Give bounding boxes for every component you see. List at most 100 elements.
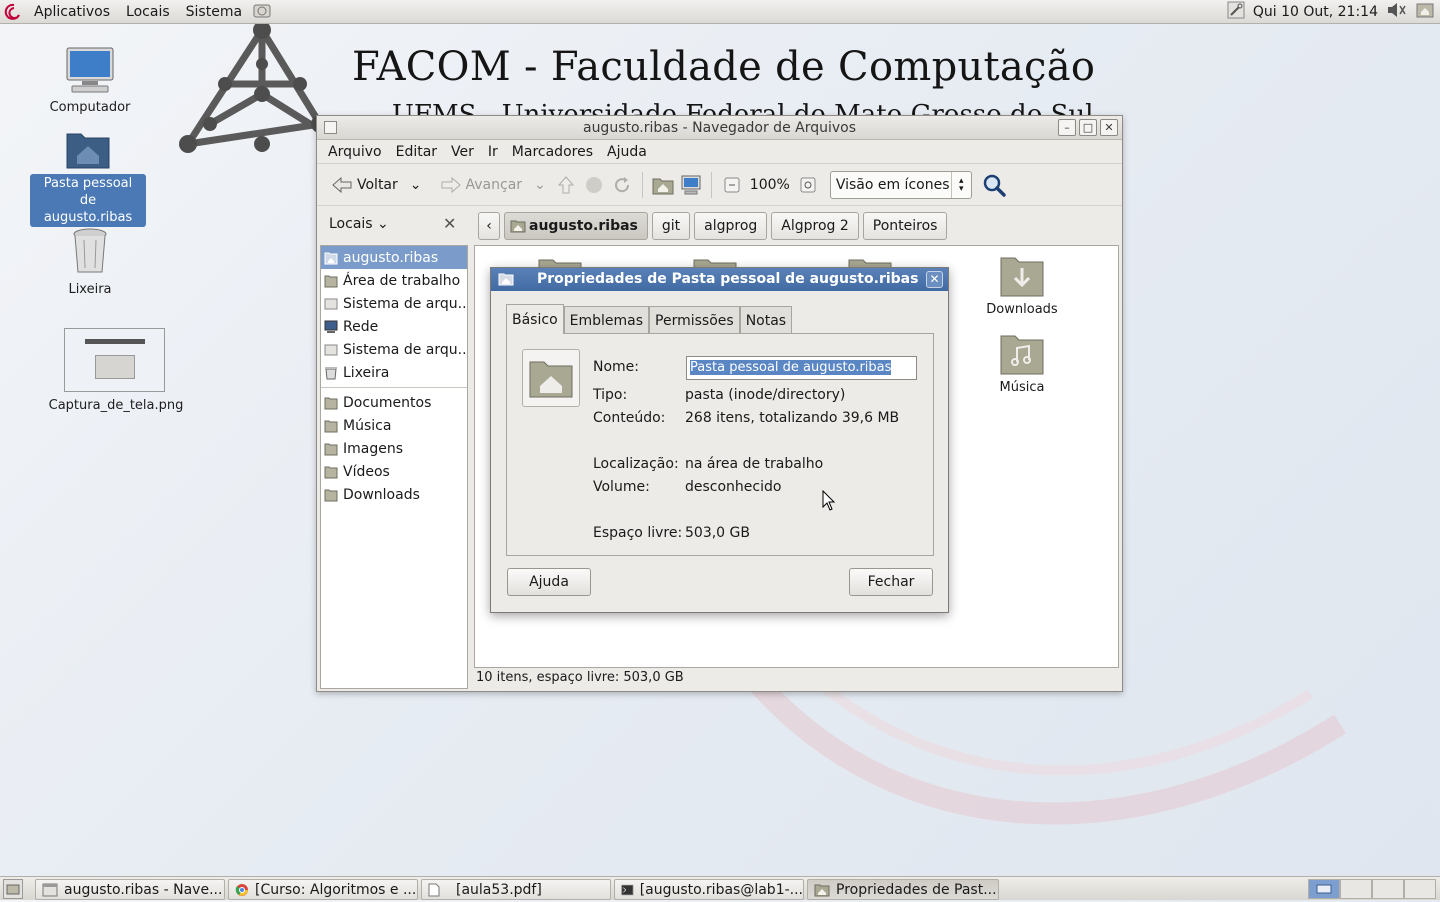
breadcrumb-back-button[interactable]: ‹ bbox=[478, 212, 500, 240]
menu-places[interactable]: Locais bbox=[118, 0, 178, 24]
help-button[interactable]: Ajuda bbox=[507, 568, 591, 596]
location-label: Localização: bbox=[593, 456, 679, 472]
task-terminal[interactable]: [augusto.ribas@lab1-... bbox=[614, 879, 804, 900]
maximize-button[interactable]: □ bbox=[1079, 119, 1097, 136]
network-icon bbox=[324, 320, 338, 333]
menu-file[interactable]: Arquivo bbox=[321, 144, 389, 160]
network-tool-icon[interactable] bbox=[1227, 1, 1245, 23]
home-folder-icon bbox=[814, 884, 830, 896]
close-window-button[interactable]: ✕ bbox=[1100, 119, 1118, 136]
folder-icon-button[interactable] bbox=[522, 349, 580, 407]
chevron-down-icon[interactable]: ⌄ bbox=[410, 177, 422, 193]
desktop-icon-trash[interactable]: Lixeira bbox=[40, 226, 140, 299]
home-folder-icon bbox=[66, 133, 110, 169]
screenshot-tool-icon[interactable] bbox=[252, 0, 272, 24]
content-label: Conteúdo: bbox=[593, 410, 666, 426]
trash-icon bbox=[73, 228, 107, 273]
forward-button[interactable]: Avançar ⌄ bbox=[434, 169, 552, 201]
dialog-tabs: Básico Emblemas Permissões Notas bbox=[506, 304, 793, 334]
reload-button[interactable] bbox=[608, 171, 636, 199]
videos-folder-icon bbox=[324, 466, 338, 478]
music-folder-icon bbox=[1000, 335, 1044, 375]
sidebar-item-downloads[interactable]: Downloads bbox=[321, 483, 467, 506]
back-button[interactable]: Voltar ⌄ bbox=[325, 169, 428, 201]
file-item-music[interactable]: Música bbox=[972, 332, 1072, 395]
desktop-label-home: Pasta pessoal de augusto.ribas bbox=[30, 174, 146, 227]
task-properties[interactable]: Propriedades de Past... bbox=[807, 879, 999, 900]
sidebar-item-filesystem[interactable]: Sistema de arqu... bbox=[321, 292, 467, 315]
tab-notes[interactable]: Notas bbox=[739, 306, 793, 334]
clock[interactable]: Qui 10 Out, 21:14 bbox=[1253, 4, 1378, 20]
sidebar-item-documents[interactable]: Documentos bbox=[321, 391, 467, 414]
sidebar-selector[interactable]: Locais ⌄ bbox=[329, 216, 389, 232]
sidebar-item-videos[interactable]: Vídeos bbox=[321, 460, 467, 483]
terminal-icon bbox=[621, 884, 634, 895]
name-field[interactable]: Pasta pessoal de augusto.ribas bbox=[686, 356, 917, 380]
search-button[interactable] bbox=[980, 171, 1008, 199]
sidebar-item-music[interactable]: Música bbox=[321, 414, 467, 437]
status-bar: 10 itens, espaço livre: 503,0 GB bbox=[476, 670, 684, 685]
task-file-manager[interactable]: augusto.ribas - Nave... bbox=[35, 879, 225, 900]
menu-edit[interactable]: Editar bbox=[389, 144, 444, 160]
desktop-icon-home[interactable]: Pasta pessoal de augusto.ribas bbox=[30, 128, 146, 227]
volume-value: desconhecido bbox=[685, 479, 782, 495]
window-title: augusto.ribas - Navegador de Arquivos bbox=[582, 120, 857, 136]
task-pdf[interactable]: [aula53.pdf] bbox=[421, 879, 611, 900]
menu-system[interactable]: Sistema bbox=[178, 0, 250, 24]
sidebar-item-pictures[interactable]: Imagens bbox=[321, 437, 467, 460]
wallpaper-title: FACOM - Faculdade de Computação bbox=[352, 44, 1096, 90]
location-bar: Locais ⌄ ✕ ‹ augusto.ribas git algprog A… bbox=[317, 206, 1122, 244]
breadcrumb-item-algprog[interactable]: algprog bbox=[694, 212, 768, 240]
desktop-icon-computer[interactable]: Computador bbox=[40, 46, 140, 117]
zoom-out-button[interactable] bbox=[718, 171, 746, 199]
minimize-button[interactable]: – bbox=[1058, 119, 1076, 136]
task-browser[interactable]: [Curso: Algoritmos e ... bbox=[228, 879, 418, 900]
workspace-3[interactable] bbox=[1372, 879, 1404, 899]
mouse-cursor-icon bbox=[822, 490, 836, 511]
volume-icon[interactable] bbox=[1386, 1, 1408, 23]
breadcrumb-item-ponteiros[interactable]: Ponteiros bbox=[862, 212, 948, 240]
desktop-icon-screenshot[interactable]: Captura_de_tela.png bbox=[44, 328, 188, 415]
close-button[interactable]: Fechar bbox=[849, 568, 933, 596]
show-desktop-icon[interactable] bbox=[3, 879, 23, 899]
dialog-close-button[interactable]: ✕ bbox=[926, 271, 943, 288]
dialog-titlebar[interactable]: Propriedades de Pasta pessoal de augusto… bbox=[491, 268, 948, 291]
computer-button[interactable] bbox=[677, 171, 705, 199]
sidebar-item-network[interactable]: Rede bbox=[321, 315, 467, 338]
workspace-4[interactable] bbox=[1404, 879, 1436, 899]
window-titlebar[interactable]: augusto.ribas - Navegador de Arquivos – … bbox=[317, 116, 1122, 140]
menu-go[interactable]: Ir bbox=[481, 144, 505, 160]
up-button[interactable] bbox=[552, 171, 580, 199]
file-item-downloads[interactable]: Downloads bbox=[972, 254, 1072, 317]
menu-applications[interactable]: Aplicativos bbox=[26, 0, 118, 24]
chevron-down-icon[interactable]: ⌄ bbox=[534, 177, 546, 193]
tab-emblems[interactable]: Emblemas bbox=[563, 306, 650, 334]
window-menu-icon[interactable] bbox=[324, 121, 337, 134]
breadcrumb-item-algprog2[interactable]: Algprog 2 bbox=[771, 212, 859, 240]
menu-bookmarks[interactable]: Marcadores bbox=[505, 144, 600, 160]
workspace-2[interactable] bbox=[1340, 879, 1372, 899]
reload-icon bbox=[614, 176, 629, 192]
debian-logo-icon[interactable] bbox=[0, 0, 26, 24]
name-field-value: Pasta pessoal de augusto.ribas bbox=[690, 360, 892, 375]
computer-icon bbox=[66, 47, 114, 93]
stop-button[interactable] bbox=[580, 171, 608, 199]
tab-basic[interactable]: Básico bbox=[506, 304, 564, 334]
sidebar-item-filesystem-2[interactable]: Sistema de arqu... bbox=[321, 338, 467, 361]
home-button[interactable] bbox=[649, 171, 677, 199]
workspace-1[interactable] bbox=[1308, 879, 1340, 899]
menu-view[interactable]: Ver bbox=[444, 144, 481, 160]
sidebar-item-desktop[interactable]: Área de trabalho bbox=[321, 269, 467, 292]
zoom-in-button[interactable] bbox=[794, 171, 822, 199]
sidebar-item-home[interactable]: augusto.ribas bbox=[321, 246, 467, 269]
close-sidebar-icon[interactable]: ✕ bbox=[443, 214, 456, 233]
breadcrumb-item-home[interactable]: augusto.ribas bbox=[504, 212, 648, 240]
trash-icon bbox=[325, 366, 337, 379]
view-mode-select[interactable]: Visão em ícones ▴ ▾ bbox=[829, 170, 972, 199]
zoom-level[interactable]: 100% bbox=[746, 177, 794, 193]
menu-help[interactable]: Ajuda bbox=[600, 144, 654, 160]
sidebar-item-trash[interactable]: Lixeira bbox=[321, 361, 467, 384]
breadcrumb-item-git[interactable]: git bbox=[651, 212, 691, 240]
tab-permissions[interactable]: Permissões bbox=[649, 306, 740, 334]
home-folder-tray-icon[interactable] bbox=[1416, 1, 1434, 23]
